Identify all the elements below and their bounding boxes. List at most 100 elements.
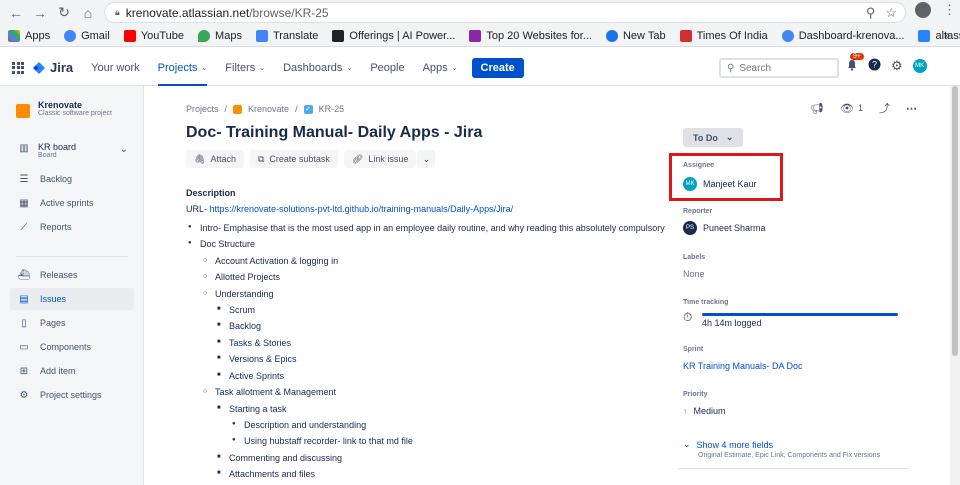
help-icon[interactable]: ? bbox=[868, 58, 881, 74]
sidebar-item-add-item[interactable]: ⊞ Add item bbox=[10, 360, 134, 382]
project-header[interactable]: Krenovate Classic software project bbox=[16, 100, 112, 118]
maps-icon bbox=[198, 29, 211, 42]
home-icon[interactable]: ⌂ bbox=[76, 1, 100, 25]
link-icon: 🔗︎ bbox=[351, 153, 364, 164]
list-item: Allotted Projects bbox=[203, 272, 280, 282]
bookmark-apps[interactable]: Apps bbox=[8, 29, 50, 42]
attach-button[interactable]: 🖇︎ Attach bbox=[186, 150, 244, 168]
sidebar-item-releases[interactable]: ⛴ Releases bbox=[10, 264, 134, 286]
create-subtask-button[interactable]: ⧉ Create subtask bbox=[249, 150, 338, 168]
nav-projects[interactable]: Projects ⌄ bbox=[157, 50, 208, 86]
time-tracking-field[interactable]: ⏱︎ bbox=[683, 310, 692, 325]
link-issue-button[interactable]: 🔗︎ Link issue bbox=[343, 150, 417, 168]
show-more-fields-button[interactable]: ⌄ Show 4 more fields bbox=[683, 439, 773, 450]
issue-title[interactable]: Doc- Training Manual- Daily Apps - Jira bbox=[186, 124, 482, 142]
paperclip-icon: 🖇︎ bbox=[194, 153, 206, 164]
bookmark-top20[interactable]: Top 20 Websites for... bbox=[469, 29, 592, 42]
arrow-up-icon: ↑ bbox=[683, 406, 688, 416]
feedback-megaphone-icon[interactable]: 📢︎ bbox=[810, 102, 824, 115]
task-checkbox-icon: ✓ bbox=[303, 104, 313, 114]
app-switcher-icon[interactable] bbox=[12, 61, 24, 74]
bookmark-translate[interactable]: Translate bbox=[255, 29, 318, 42]
eye-icon: 👁︎ bbox=[839, 102, 854, 115]
bookmark-maps[interactable]: Maps bbox=[198, 29, 242, 42]
reporter-field[interactable]: PS Puneet Sharma bbox=[683, 221, 766, 235]
sidebar-item-project-settings[interactable]: ⚙ Project settings bbox=[10, 384, 134, 406]
menu-icon[interactable]: ⋮ bbox=[943, 2, 956, 18]
back-icon[interactable]: ← bbox=[4, 1, 28, 25]
more-actions-icon[interactable]: ⋯ bbox=[906, 102, 917, 115]
breadcrumb-issue-key[interactable]: KR-25 bbox=[319, 104, 345, 114]
notifications-bell-icon[interactable]: 9+ bbox=[846, 52, 864, 74]
translate-icon bbox=[255, 29, 268, 42]
reload-icon[interactable]: ↻ bbox=[52, 1, 76, 25]
nav-filters[interactable]: Filters ⌄ bbox=[225, 50, 265, 86]
site-icon bbox=[469, 29, 482, 42]
issues-icon: ▤ bbox=[19, 293, 29, 305]
bookmark-gmail[interactable]: Gmail bbox=[64, 29, 110, 42]
project-name: Krenovate bbox=[38, 100, 83, 110]
search-input[interactable]: ⚲ Search bbox=[719, 58, 839, 78]
breadcrumb-project[interactable]: Krenovate bbox=[248, 104, 289, 114]
breadcrumb-projects[interactable]: Projects bbox=[186, 104, 219, 114]
sidebar-divider bbox=[16, 256, 128, 257]
avatar: MK bbox=[683, 177, 697, 191]
sidebar-item-issues[interactable]: ▤ Issues bbox=[10, 288, 134, 310]
google-icon bbox=[64, 29, 77, 42]
search-icon: ⚲ bbox=[727, 62, 735, 74]
sprint-link[interactable]: KR Training Manuals- DA Doc bbox=[683, 361, 803, 371]
status-dropdown[interactable]: To Do ⌄ bbox=[683, 128, 744, 147]
list-item: Starting a task bbox=[217, 404, 286, 414]
assignee-field[interactable]: MK Manjeet Kaur bbox=[683, 177, 757, 191]
board-switcher[interactable]: ▥ KR board Board ⌄ bbox=[10, 142, 134, 159]
project-avatar-icon bbox=[233, 104, 243, 114]
bookmark-youtube[interactable]: YouTube bbox=[123, 29, 184, 42]
chevron-down-icon: ⌄ bbox=[201, 64, 208, 72]
list-item: Task allotment & Management bbox=[203, 387, 336, 397]
nav-people[interactable]: People bbox=[370, 50, 404, 86]
forward-icon[interactable]: → bbox=[28, 1, 52, 25]
address-bar[interactable]: 🔒︎ krenovate.atlassian.net/browse/KR-25 … bbox=[104, 2, 906, 23]
list-item: Attachments and files bbox=[217, 469, 315, 479]
settings-gear-icon[interactable]: ⚙ bbox=[891, 58, 903, 74]
zoom-icon[interactable]: ⚲ bbox=[866, 5, 876, 21]
notification-count-badge: 9+ bbox=[850, 52, 864, 60]
nav-apps[interactable]: Apps ⌄ bbox=[423, 50, 458, 86]
releases-ship-icon: ⛴ bbox=[17, 269, 31, 281]
watch-button[interactable]: 👁︎ 1 bbox=[840, 102, 863, 115]
page-scrollbar[interactable] bbox=[950, 86, 960, 485]
nav-your-work[interactable]: Your work bbox=[91, 50, 140, 86]
add-item-icon: ⊞ bbox=[19, 365, 29, 377]
bookmark-new-tab[interactable]: New Tab bbox=[605, 29, 666, 42]
time-tracking-bar bbox=[702, 313, 898, 316]
bookmark-jira[interactable]: altassian - jira bbox=[918, 29, 960, 42]
bookmarks-more[interactable]: » bbox=[944, 30, 950, 42]
svg-text:?: ? bbox=[872, 60, 877, 70]
user-avatar[interactable]: MK bbox=[912, 59, 927, 73]
priority-label: Priority bbox=[683, 391, 708, 398]
jira-logo[interactable]: Jira bbox=[32, 60, 73, 75]
bookmark-dashboard[interactable]: Dashboard-krenova... bbox=[781, 29, 904, 42]
lock-icon: 🔒︎ bbox=[115, 7, 120, 17]
youtube-icon bbox=[123, 29, 136, 42]
sidebar-item-reports[interactable]: ⟋ Reports bbox=[10, 216, 134, 238]
nav-dashboards[interactable]: Dashboards ⌄ bbox=[283, 50, 352, 86]
issue-actions: 🖇︎ Attach ⧉ Create subtask 🔗︎ Link issue ⌄ bbox=[186, 150, 436, 168]
labels-field[interactable]: None bbox=[683, 269, 705, 279]
link-issue-dropdown[interactable]: ⌄ bbox=[417, 150, 436, 168]
sidebar-item-components[interactable]: ▭ Components bbox=[10, 336, 134, 358]
bookmark-toi[interactable]: Times Of India bbox=[679, 29, 768, 42]
site-icon bbox=[332, 29, 345, 42]
bookmark-star-icon[interactable]: ☆ bbox=[885, 5, 897, 21]
profile-avatar[interactable] bbox=[915, 2, 931, 18]
sidebar-item-pages[interactable]: ▯ Pages bbox=[10, 312, 134, 334]
priority-field[interactable]: ↑ Medium bbox=[683, 406, 726, 416]
share-icon[interactable]: ⤴ bbox=[879, 100, 890, 116]
sidebar-item-backlog[interactable]: ☰ Backlog bbox=[10, 168, 134, 190]
sidebar-item-active-sprints[interactable]: ▦ Active sprints bbox=[10, 192, 134, 214]
bookmark-offerings[interactable]: Offerings | AI Power... bbox=[332, 29, 455, 42]
scrollbar-thumb[interactable] bbox=[952, 86, 958, 356]
create-button[interactable]: Create bbox=[471, 57, 524, 78]
description-link[interactable]: https://krenovate-solutions-pvt-ltd.gith… bbox=[210, 204, 514, 214]
url-host: krenovate.atlassian.net bbox=[125, 5, 250, 20]
